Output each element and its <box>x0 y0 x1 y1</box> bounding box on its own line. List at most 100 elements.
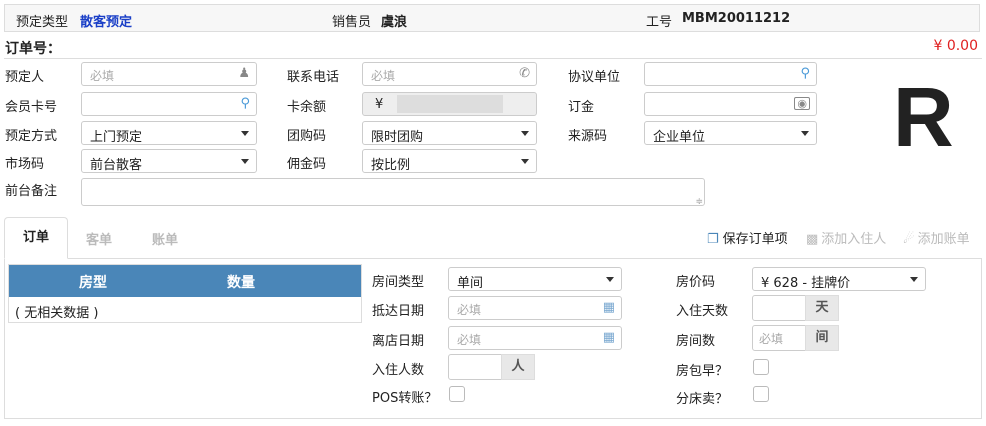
salesperson-label: 销售员 <box>332 15 372 30</box>
staff-no-value: MBM20011212 <box>682 11 791 26</box>
room-rate-code-select[interactable]: ¥ 628 - 挂牌价 <box>752 267 926 291</box>
source-code-label: 来源码 <box>568 129 608 144</box>
booking-method-value: 上门预定 <box>90 130 143 145</box>
member-card-label: 会员卡号 <box>5 100 58 115</box>
cash-icon: ◉ <box>794 97 810 110</box>
pos-transfer-checkbox[interactable] <box>449 386 465 402</box>
booking-type-label: 预定类型 <box>16 15 69 30</box>
room-table-header: 房型 数量 <box>9 265 361 297</box>
search-icon[interactable]: ⚲ <box>800 66 810 81</box>
tab-order[interactable]: 订单 <box>4 217 68 259</box>
room-rate-code-value: ¥ 628 - 挂牌价 <box>761 276 851 291</box>
card-balance-field: ¥ <box>362 92 537 116</box>
calendar-icon[interactable]: ▦ <box>603 330 615 345</box>
room-type-label: 房间类型 <box>372 275 425 290</box>
source-code-select[interactable]: 企业单位 <box>644 121 817 145</box>
order-divider <box>4 58 982 59</box>
deposit-label: 订金 <box>568 100 595 115</box>
order-no-label: 订单号： <box>5 41 61 57</box>
booker-placeholder: 必填 <box>90 69 115 83</box>
resize-handle-icon[interactable]: ≑ <box>695 197 703 207</box>
breakfast-checkbox[interactable] <box>753 359 769 375</box>
empty-table-text: ( 无相关数据 ) <box>15 306 99 321</box>
source-code-value: 企业单位 <box>653 130 706 145</box>
chevron-down-icon <box>801 131 809 136</box>
chevron-down-icon <box>910 277 918 282</box>
salesperson-value: 虞浪 <box>381 15 408 30</box>
group-code-select[interactable]: 限时团购 <box>362 121 537 145</box>
room-count-input[interactable]: 必填 <box>752 325 806 351</box>
market-code-value: 前台散客 <box>90 158 143 173</box>
commission-code-select[interactable]: 按比例 <box>362 149 537 173</box>
booking-method-select[interactable]: 上门预定 <box>81 121 257 145</box>
person-icon: ♟ <box>238 66 250 81</box>
room-count-placeholder: 必填 <box>759 332 784 346</box>
guest-count-unit: 人 <box>501 354 535 380</box>
arrival-date-label: 抵达日期 <box>372 304 425 319</box>
add-guest-button[interactable]: ▩ 添加入住人 <box>806 228 886 247</box>
departure-date-input[interactable]: 必填 ▦ <box>448 326 622 350</box>
member-card-input[interactable]: ⚲ <box>81 92 257 116</box>
calendar-icon[interactable]: ▦ <box>603 300 615 315</box>
order-amount: ¥ 0.00 <box>933 38 978 54</box>
booking-type-value: 散客预定 <box>80 15 133 30</box>
commission-code-label: 佣金码 <box>287 157 327 172</box>
booking-method-label: 预定方式 <box>5 129 58 144</box>
room-rate-code-label: 房价码 <box>676 275 716 290</box>
staff-no-label: 工号 <box>646 15 673 30</box>
phone-placeholder: 必填 <box>371 69 396 83</box>
card-balance-label: 卡余额 <box>287 100 327 115</box>
pos-transfer-label: POS转账？ <box>372 391 438 406</box>
group-code-value: 限时团购 <box>371 130 424 145</box>
agreement-unit-label: 协议单位 <box>568 70 621 85</box>
guest-count-input[interactable] <box>448 354 502 380</box>
save-order-item-label: 保存订单项 <box>722 232 788 247</box>
add-bill-button[interactable]: ☄ 添加账单 <box>903 228 970 247</box>
phone-input[interactable]: 必填 ✆ <box>362 62 537 86</box>
room-status-letter: R <box>893 70 954 164</box>
nights-input[interactable] <box>752 295 806 321</box>
room-count-label: 房间数 <box>676 334 716 349</box>
room-table: 房型 数量 ( 无相关数据 ) <box>8 264 362 323</box>
search-icon[interactable]: ⚲ <box>240 96 250 111</box>
split-bed-checkbox[interactable] <box>753 386 769 402</box>
chevron-down-icon <box>241 131 249 136</box>
card-balance-currency: ¥ <box>375 97 384 112</box>
remark-textarea[interactable]: ≑ <box>81 178 705 207</box>
column-header-count[interactable]: 数量 <box>227 272 255 292</box>
departure-date-label: 离店日期 <box>372 334 425 349</box>
agreement-unit-input[interactable]: ⚲ <box>644 62 817 86</box>
room-type-select[interactable]: 单间 <box>448 267 622 291</box>
commission-code-value: 按比例 <box>371 158 411 173</box>
guest-count-label: 入住人数 <box>372 363 425 378</box>
nights-unit: 天 <box>805 295 839 321</box>
group-code-label: 团购码 <box>287 129 327 144</box>
split-bed-label: 分床卖？ <box>676 392 729 407</box>
departure-date-placeholder: 必填 <box>457 333 482 347</box>
breakfast-label: 房包早？ <box>676 364 729 379</box>
tab-guest-label: 客单 <box>86 233 113 248</box>
chevron-down-icon <box>521 131 529 136</box>
tab-order-label: 订单 <box>22 230 49 245</box>
phone-label: 联系电话 <box>287 70 340 85</box>
chevron-down-icon <box>606 277 614 282</box>
phone-icon: ✆ <box>519 66 530 81</box>
add-guest-label: 添加入住人 <box>821 232 887 247</box>
market-code-select[interactable]: 前台散客 <box>81 149 257 173</box>
save-order-item-button[interactable]: ❐ 保存订单项 <box>707 228 788 247</box>
booker-input[interactable]: 必填 ♟ <box>81 62 257 86</box>
add-bill-icon: ☄ <box>903 232 915 247</box>
add-bill-label: 添加账单 <box>917 232 970 247</box>
room-count-unit: 间 <box>805 325 839 351</box>
card-balance-value <box>397 95 503 113</box>
nights-label: 入住天数 <box>676 304 729 319</box>
column-header-room-type[interactable]: 房型 <box>79 272 107 292</box>
add-guest-icon: ▩ <box>806 232 819 247</box>
market-code-label: 市场码 <box>5 157 45 172</box>
tab-guest[interactable]: 客单 <box>86 229 112 248</box>
arrival-date-input[interactable]: 必填 ▦ <box>448 296 622 320</box>
room-type-value: 单间 <box>457 276 484 291</box>
deposit-input[interactable]: ◉ <box>644 92 817 116</box>
chevron-down-icon <box>521 159 529 164</box>
tab-bill[interactable]: 账单 <box>152 229 178 248</box>
